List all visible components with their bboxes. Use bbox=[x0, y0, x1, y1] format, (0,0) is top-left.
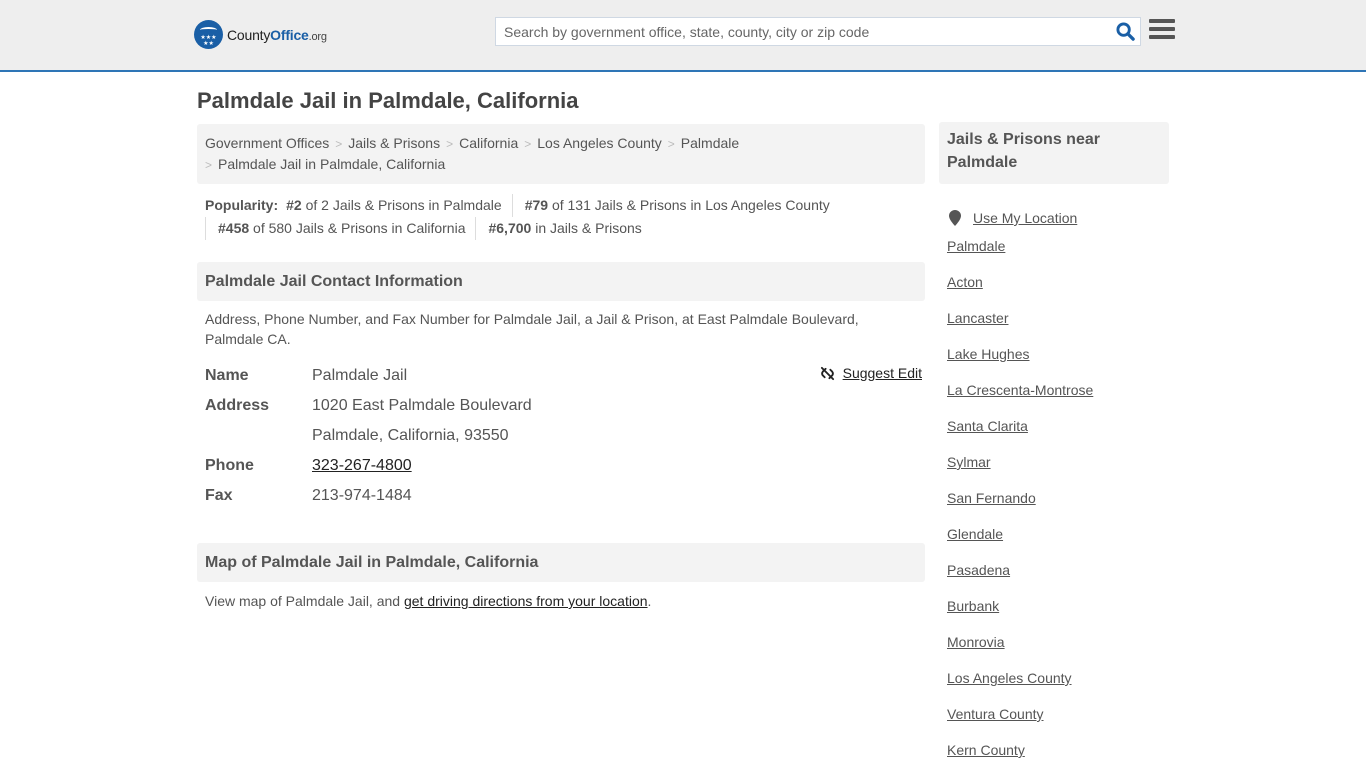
page-title: Palmdale Jail in Palmdale, California bbox=[197, 88, 579, 113]
nearby-item-lancaster: Lancaster bbox=[947, 310, 1009, 326]
contact-details: Suggest Edit Name Palmdale Jail Address … bbox=[197, 361, 925, 511]
breadcrumb-palmdale[interactable]: Palmdale bbox=[681, 135, 739, 151]
search-button[interactable] bbox=[1110, 18, 1140, 45]
map-pin-icon bbox=[949, 210, 961, 226]
map-section-header: Map of Palmdale Jail in Palmdale, Califo… bbox=[197, 543, 925, 582]
nearby-item-santa-clarita: Santa Clarita bbox=[947, 418, 1028, 434]
fax-number: 213-974-1484 bbox=[312, 487, 412, 504]
nearby-item-ventura-county: Ventura County bbox=[947, 706, 1044, 722]
breadcrumb-separator: > bbox=[205, 158, 213, 172]
contact-description: Address, Phone Number, and Fax Number fo… bbox=[205, 311, 859, 347]
contact-row-fax: Fax 213-974-1484 bbox=[205, 481, 917, 511]
main-content: Government Offices > Jails & Prisons > Calif… bbox=[197, 124, 925, 611]
logo-eagle-icon: ★★★ ★★ bbox=[194, 20, 223, 49]
search-input[interactable] bbox=[496, 18, 1110, 45]
nearby-item-sylmar: Sylmar bbox=[947, 454, 991, 470]
breadcrumb-los-angeles-county[interactable]: Los Angeles County bbox=[537, 135, 662, 151]
nearby-list: Use My Location Palmdale Acton Lancaster… bbox=[939, 184, 1169, 776]
search-icon bbox=[1115, 22, 1135, 41]
breadcrumb-separator: > bbox=[667, 137, 675, 151]
popularity-item: #6,700 in Jails & Prisons bbox=[475, 217, 651, 240]
popularity-item: #79 of 131 Jails & Prisons in Los Angele… bbox=[511, 194, 840, 217]
use-my-location-link[interactable]: Use My Location bbox=[973, 208, 1077, 228]
contact-row-name: Name Palmdale Jail bbox=[205, 361, 917, 391]
popularity-rankings: Popularity: #2 of 2 Jails & Prisons in Pa… bbox=[197, 194, 925, 240]
contact-section-header: Palmdale Jail Contact Information bbox=[197, 262, 925, 301]
breadcrumb-separator: > bbox=[524, 137, 532, 151]
popularity-item: #458 of 580 Jails & Prisons in Californi… bbox=[205, 217, 475, 240]
breadcrumb-separator: > bbox=[335, 137, 343, 151]
logo-text: CountyOffice.org bbox=[227, 26, 327, 43]
nearby-item-acton: Acton bbox=[947, 274, 983, 290]
popularity-item: #2 of 2 Jails & Prisons in Palmdale bbox=[286, 197, 502, 213]
contact-row-address-2: Palmdale, California, 93550 bbox=[205, 421, 917, 451]
broken-link-icon bbox=[820, 366, 834, 380]
nearby-item-la-crescenta-montrose: La Crescenta-Montrose bbox=[947, 382, 1094, 398]
facility-name: Palmdale Jail bbox=[312, 367, 408, 384]
breadcrumb-california[interactable]: California bbox=[459, 135, 518, 151]
site-logo[interactable]: ★★★ ★★ CountyOffice.org bbox=[194, 20, 327, 49]
breadcrumb-government-offices[interactable]: Government Offices bbox=[205, 135, 329, 151]
nearby-item-palmdale: Palmdale bbox=[947, 238, 1006, 254]
nearby-item-pasadena: Pasadena bbox=[947, 562, 1011, 578]
sidebar: Jails & Prisons near Palmdale Use My Loc… bbox=[939, 122, 1169, 776]
suggest-edit-link[interactable]: Suggest Edit bbox=[843, 365, 922, 381]
driving-directions-link[interactable]: get driving directions from your locatio… bbox=[404, 593, 648, 609]
popularity-label: Popularity: bbox=[205, 197, 279, 213]
sidebar-header: Jails & Prisons near Palmdale bbox=[939, 122, 1169, 184]
breadcrumb: Government Offices > Jails & Prisons > Calif… bbox=[197, 124, 925, 184]
top-header: ★★★ ★★ CountyOffice.org bbox=[0, 0, 1366, 72]
nearby-item-los-angeles-county: Los Angeles County bbox=[947, 670, 1072, 686]
address-line-2: Palmdale, California, 93550 bbox=[312, 427, 509, 444]
phone-link[interactable]: 323-267-4800 bbox=[312, 457, 412, 474]
breadcrumb-jails-prisons[interactable]: Jails & Prisons bbox=[348, 135, 440, 151]
nearby-item-burbank: Burbank bbox=[947, 598, 1000, 614]
contact-row-phone: Phone 323-267-4800 bbox=[205, 457, 412, 474]
use-my-location[interactable]: Use My Location bbox=[947, 200, 1161, 236]
address-line-1: 1020 East Palmdale Boulevard bbox=[312, 397, 532, 414]
suggest-edit-button[interactable]: Suggest Edit bbox=[820, 365, 922, 381]
nearby-item-lake-hughes: Lake Hughes bbox=[947, 346, 1030, 362]
search-bar bbox=[495, 17, 1141, 46]
nearby-item-glendale: Glendale bbox=[947, 526, 1004, 542]
hamburger-menu-button[interactable] bbox=[1149, 19, 1175, 43]
breadcrumb-current: Palmdale Jail in Palmdale, California bbox=[218, 156, 446, 172]
contact-row-address: Address 1020 East Palmdale Boulevard bbox=[205, 391, 917, 421]
nearby-item-kern-county: Kern County bbox=[947, 742, 1025, 758]
nearby-item-san-fernando: San Fernando bbox=[947, 490, 1036, 506]
map-description: View map of Palmdale Jail, and get drivi… bbox=[205, 593, 652, 609]
breadcrumb-separator: > bbox=[446, 137, 454, 151]
nearby-item-monrovia: Monrovia bbox=[947, 634, 1005, 650]
